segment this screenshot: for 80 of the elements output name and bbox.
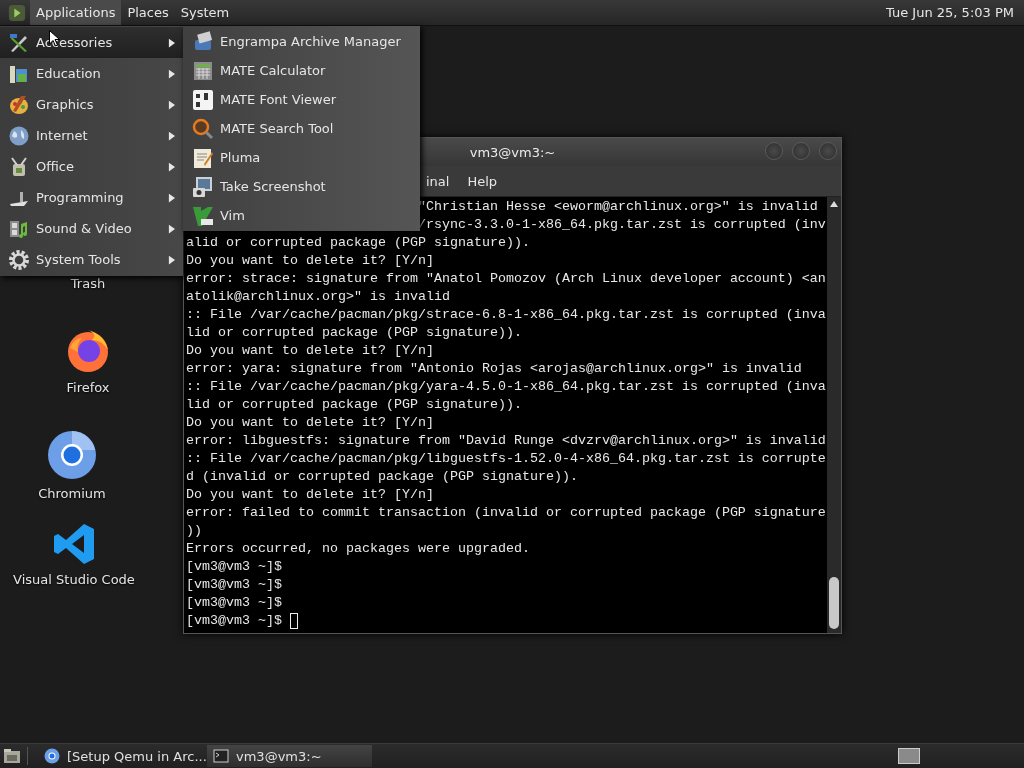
submenu-arrow-icon [168, 192, 175, 203]
chromium-icon [44, 748, 60, 764]
scrollbar[interactable] [827, 197, 841, 633]
menu-item[interactable]: MATE Search Tool [183, 114, 420, 143]
terminal-line: Do you want to delete it? [Y/n] [186, 252, 434, 270]
menu-item[interactable]: Take Screenshot [183, 172, 420, 201]
desktop-icon-label[interactable]: Trash [40, 276, 136, 291]
terminal-line: atolik@archlinux.org>" is invalid [186, 288, 450, 306]
menu-item[interactable]: MATE Calculator [183, 56, 420, 85]
terminal-line: Do you want to delete it? [Y/n] [186, 342, 434, 360]
terminal-line: error: yara: signature from "Antonio Rojas <arojas@archlinux.org>" is invalid [186, 360, 802, 378]
desktop-icon-label[interactable]: Firefox [66, 380, 110, 395]
scrollbar-thumb[interactable] [829, 577, 839, 629]
menu-item[interactable]: MATE Font Viewer [183, 85, 420, 114]
terminal-line: [vm3@vm3 ~]$ [186, 576, 282, 594]
gear-icon [8, 248, 30, 271]
panel-menu[interactable]: Applications [30, 0, 122, 25]
office-icon [8, 155, 30, 178]
submenu-arrow-icon [168, 223, 175, 234]
terminal-line: /rsync-3.3.0-1-x86_64.pkg.tar.zst is corrupted (inv [417, 216, 826, 234]
submenu-arrow-icon [168, 68, 175, 79]
panel-menu[interactable]: System [174, 0, 236, 25]
notepad-icon [192, 146, 214, 169]
archive-icon [192, 30, 214, 53]
terminal-line: error: failed to commit transaction (invalid or corrupted package (PGP signature [186, 504, 826, 522]
terminal-line: error: strace: signature from "Anatol Pomozov (Arch Linux developer account) <an [186, 270, 826, 288]
chromium-icon[interactable] [47, 430, 97, 480]
terminal-line: lid or corrupted package (PGP signature)). [186, 396, 522, 414]
desktop-icon-label[interactable]: Trash [70, 276, 106, 291]
terminal-line: Errors occurred, no packages were upgraded. [186, 540, 530, 558]
tools-icon [8, 31, 30, 54]
terminal-icon [213, 748, 229, 764]
menu-item[interactable]: inal [420, 173, 456, 189]
code-editor-icon[interactable] [52, 522, 96, 566]
terminal-line: [vm3@vm3 ~]$ [186, 612, 282, 630]
menu-item[interactable]: Help [461, 173, 504, 189]
menu-item[interactable]: Internet [0, 120, 183, 151]
submenu-arrow-icon [168, 99, 175, 110]
menu-item[interactable]: Vim [183, 201, 420, 230]
terminal-line: :: File /var/cache/pacman/pkg/libguestfs-1.52.0-4-x86_64.pkg.tar.zst is corrupte [186, 450, 826, 468]
menu-item[interactable]: Sound & Video [0, 213, 183, 244]
menu-item[interactable]: System Tools [0, 244, 183, 275]
submenu-arrow-icon [168, 161, 175, 172]
terminal-line: )) [186, 522, 202, 540]
panel-menu[interactable]: Places [121, 0, 175, 25]
screenshot-icon [192, 175, 214, 198]
palette-icon [8, 93, 30, 116]
terminal-line: [vm3@vm3 ~]$ [186, 594, 282, 612]
menu-item[interactable]: Office [0, 151, 183, 182]
clock[interactable]: Tue Jun 25, 5:03 PM [876, 5, 1024, 20]
terminal-line: alid or corrupted package (PGP signature)). [186, 234, 530, 252]
submenu-arrow-icon [168, 37, 175, 48]
terminal-line: :: File /var/cache/pacman/pkg/yara-4.5.0-1-x86_64.pkg.tar.zst is corrupted (inva [186, 378, 826, 396]
submenu-arrow-icon [168, 254, 175, 265]
window-title: vm3@vm3:~ [469, 144, 556, 160]
scroll-up-icon[interactable] [830, 201, 838, 207]
menu-item[interactable]: Engrampa Archive Manager [183, 27, 420, 56]
terminal-line: :: File /var/cache/pacman/pkg/strace-6.8-1-x86_64.pkg.tar.zst is corrupted (inva [186, 306, 826, 324]
terminal-line: d (invalid or corrupted package (PGP signature)). [186, 468, 578, 486]
menu-item[interactable]: Education [0, 58, 183, 89]
terminal-line: error: libguestfs: signature from "David Runge <dvzrv@archlinux.org>" is invalid [186, 432, 826, 450]
menu-item[interactable]: Pluma [183, 143, 420, 172]
terminal-line: Do you want to delete it? [Y/n] [186, 486, 434, 504]
globe-icon [8, 124, 30, 147]
terminal-line: Do you want to delete it? [Y/n] [186, 414, 434, 432]
magnifier-icon [192, 117, 214, 140]
font-icon [192, 88, 214, 111]
show-desktop-icon[interactable] [3, 748, 21, 764]
workspace-switcher[interactable] [898, 748, 920, 764]
desktop-icon-label[interactable]: Chromium [38, 486, 106, 501]
menu-item[interactable]: Graphics [0, 89, 183, 120]
desktop-icon-label[interactable]: Visual Studio Code [13, 572, 135, 587]
terminal-line: [vm3@vm3 ~]$ [186, 558, 282, 576]
menu-item[interactable]: Programming [0, 182, 183, 213]
submenu-arrow-icon [168, 130, 175, 141]
terminal-line: "Christian Hesse <eworm@archlinux.org>" is invalid [417, 198, 818, 216]
vim-icon [192, 204, 214, 227]
terminal-line: lid or corrupted package (PGP signature)). [186, 324, 522, 342]
calculator-icon [192, 59, 214, 82]
taskbar-button[interactable]: vm3@vm3:~ [207, 745, 372, 767]
